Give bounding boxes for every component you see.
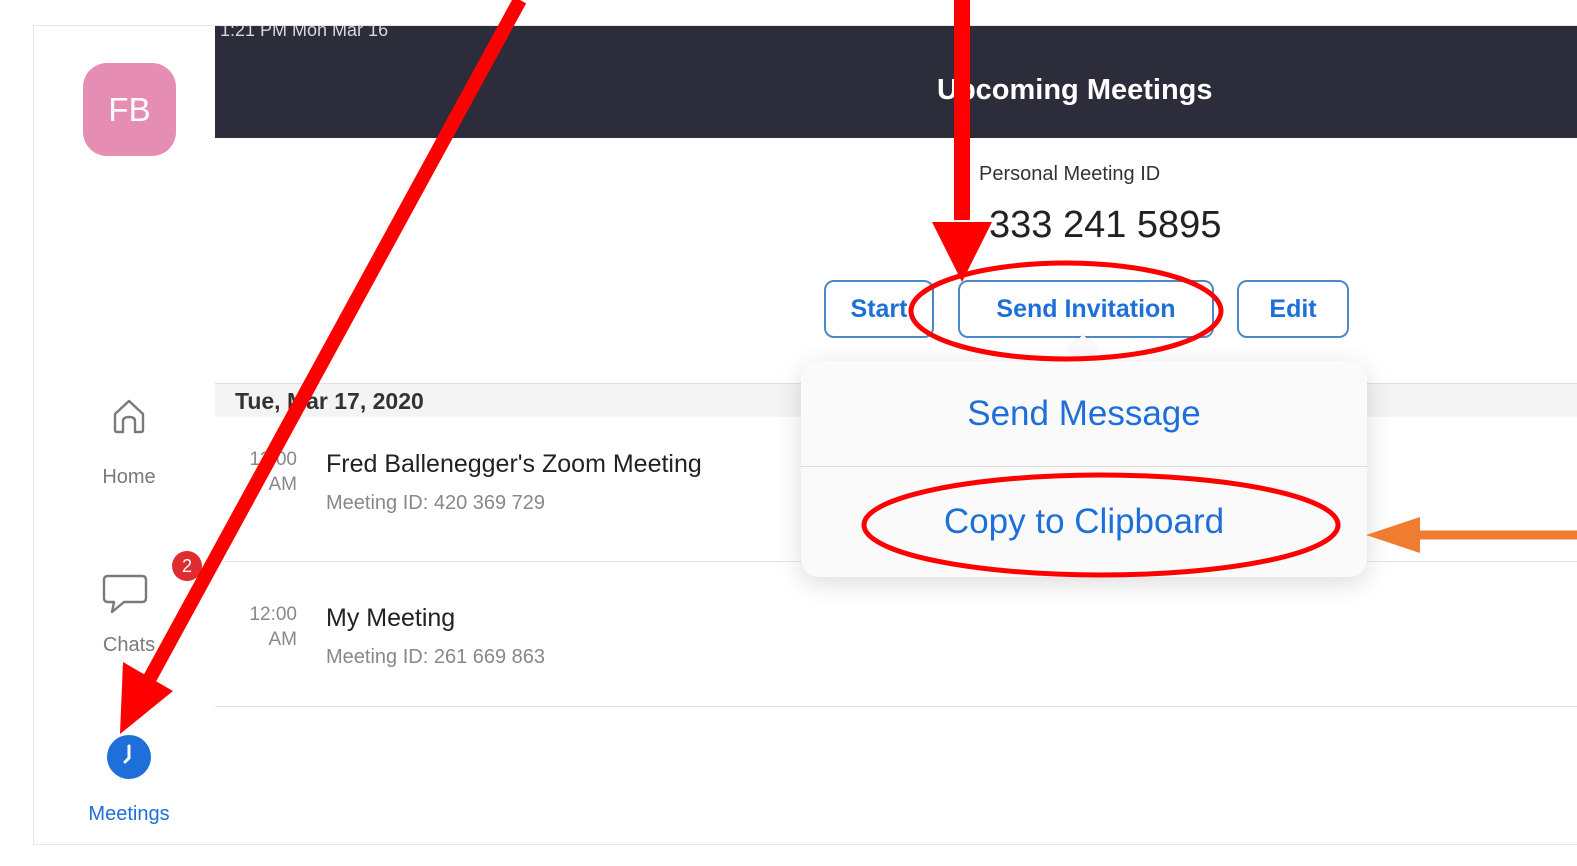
meeting-time-hour: 12:00: [249, 604, 297, 625]
meeting-title: My Meeting: [326, 604, 456, 632]
copy-to-clipboard-menu-item[interactable]: Copy to Clipboard: [801, 469, 1367, 575]
sidebar-item-label: Home: [102, 466, 156, 488]
sidebar-item-label: Chats: [102, 634, 156, 656]
meeting-time-period: AM: [268, 474, 298, 495]
meeting-title: Fred Ballenegger's Zoom Meeting: [326, 450, 702, 478]
screenshot-frame: FB Home 2 Chats Meetings 1:21 PM Mon Mar…: [0, 0, 1577, 866]
sidebar-item-label: Meetings: [88, 803, 170, 825]
sidebar-item-chats[interactable]: 2 Chats: [64, 551, 202, 661]
meeting-id: Meeting ID: 420 369 729: [326, 492, 546, 514]
personal-meeting-id-label: Personal Meeting ID: [979, 163, 1161, 185]
top-header: 1:21 PM Mon Mar 16 Upcoming Meetings: [215, 26, 1577, 138]
meeting-id: Meeting ID: 261 669 863: [326, 646, 546, 668]
personal-meeting-id-number: 333 241 5895: [989, 204, 1222, 246]
date-label: Tue, Mar 17, 2020: [235, 388, 424, 414]
invitation-popover-menu: Send Message Copy to Clipboard: [801, 361, 1367, 577]
meeting-list-item[interactable]: 12:00 AM My Meeting Meeting ID: 261 669 …: [215, 562, 1577, 707]
sidebar-item-meetings[interactable]: Meetings: [64, 731, 194, 831]
sidebar-item-home[interactable]: Home: [64, 396, 194, 496]
avatar[interactable]: FB: [83, 63, 176, 156]
meeting-time: 12:00 AM: [235, 602, 297, 652]
unread-badge: 2: [172, 551, 202, 581]
edit-button[interactable]: Edit: [1237, 280, 1349, 338]
chat-bubble-icon: [102, 574, 148, 614]
status-bar-time: 1:21 PM Mon Mar 16: [220, 25, 389, 40]
send-invitation-button[interactable]: Send Invitation: [958, 280, 1214, 338]
send-message-menu-item[interactable]: Send Message: [801, 361, 1367, 467]
start-button[interactable]: Start: [824, 280, 934, 338]
page-title: Upcoming Meetings: [937, 74, 1213, 106]
meeting-time-hour: 12:00: [249, 449, 297, 470]
clock-icon: [107, 735, 151, 779]
meeting-time: 12:00 AM: [235, 447, 297, 497]
meeting-time-period: AM: [268, 629, 298, 650]
home-icon: [113, 399, 145, 434]
zoom-app-screen: FB Home 2 Chats Meetings 1:21 PM Mon Mar…: [33, 25, 1577, 845]
sidebar: FB Home 2 Chats Meetings: [34, 26, 215, 844]
